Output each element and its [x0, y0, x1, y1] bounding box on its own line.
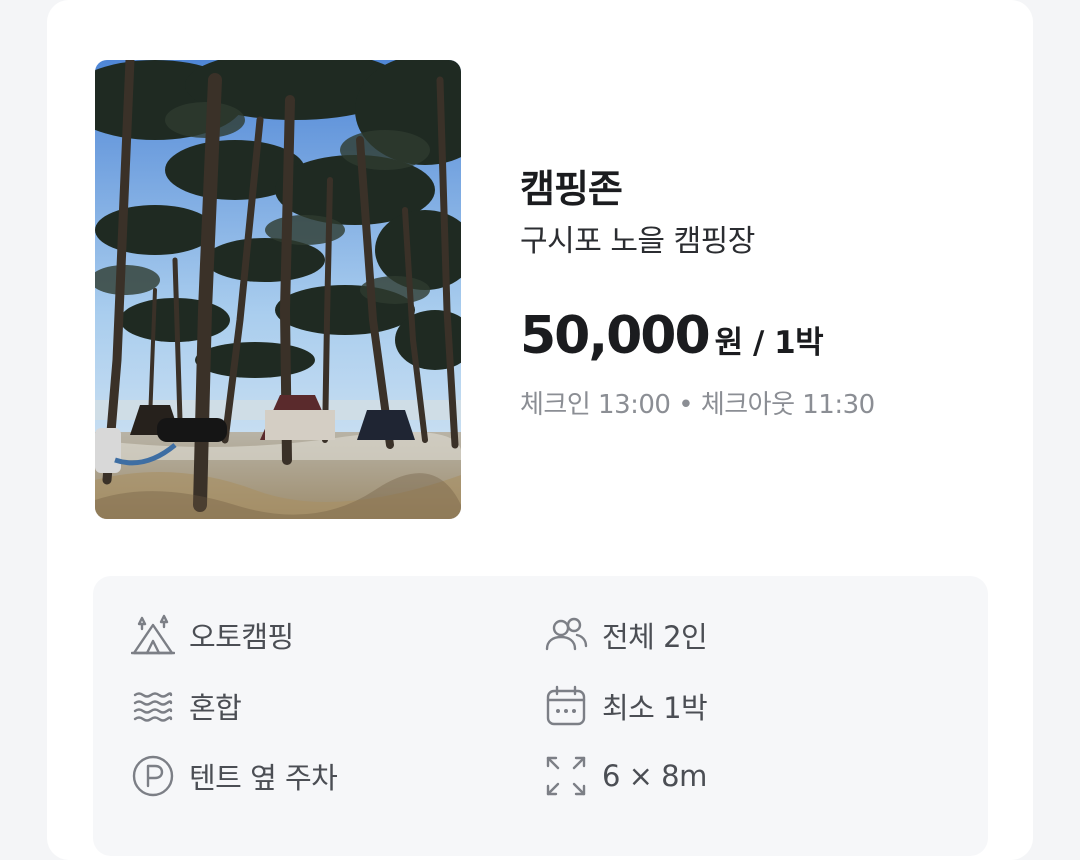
feature-floor-type: 혼합: [130, 683, 242, 729]
expand-icon: [543, 753, 589, 799]
people-icon: [543, 612, 589, 658]
feature-parking: 텐트 옆 주차: [130, 753, 338, 799]
waves-icon: [130, 683, 176, 729]
campsite-photo-image: [95, 60, 461, 519]
feature-label: 6 × 8m: [602, 759, 707, 793]
price-value: 50,000: [520, 306, 711, 366]
feature-label: 오토캠핑: [189, 620, 294, 654]
campsite-photo[interactable]: [95, 60, 461, 519]
parking-icon: [130, 753, 176, 799]
checkin-checkout-times: 체크인 13:00 • 체크아웃 11:30: [520, 390, 875, 420]
feature-label: 전체 2인: [602, 620, 708, 654]
feature-site-size: 6 × 8m: [543, 753, 707, 799]
campsite-name: 구시포 노을 캠핑장: [520, 224, 755, 259]
feature-label: 최소 1박: [602, 691, 708, 725]
feature-label: 텐트 옆 주차: [189, 761, 338, 795]
feature-capacity: 전체 2인: [543, 612, 708, 658]
price-unit: 원 / 1박: [714, 325, 824, 361]
price-row: 50,000 원 / 1박: [520, 306, 824, 366]
calendar-icon: [543, 683, 589, 729]
feature-camping-type: 오토캠핑: [130, 612, 294, 658]
feature-minimum-stay: 최소 1박: [543, 683, 708, 729]
feature-label: 혼합: [189, 691, 242, 725]
category-title: 캠핑존: [520, 167, 623, 211]
tent-icon: [130, 612, 176, 658]
